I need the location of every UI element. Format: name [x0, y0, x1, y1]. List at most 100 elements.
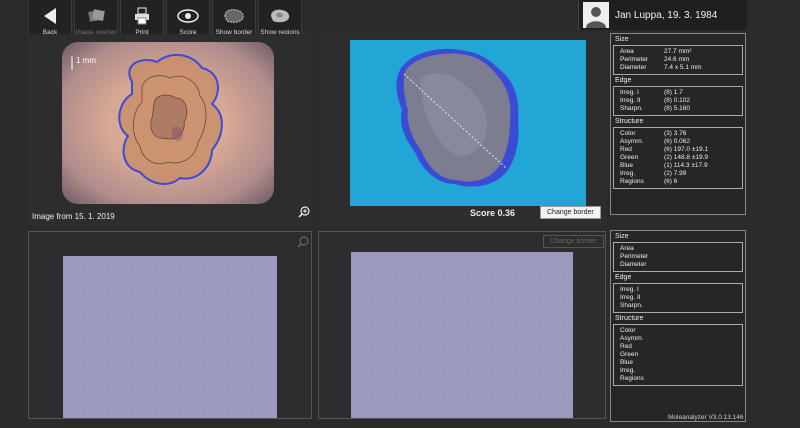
segmentation-image[interactable] [350, 40, 586, 206]
stat-key: Irreg. II [620, 294, 641, 301]
show-border-button[interactable]: Show border [212, 0, 256, 38]
stat-row-irreg: Irreg. (2) 7.99 [620, 170, 738, 178]
structure-title: Structure [615, 118, 644, 125]
structure-title: Structure [615, 315, 644, 322]
dermoscopy-image[interactable]: 1 mm [62, 42, 274, 204]
stat-key: Asymm. [620, 138, 644, 145]
stat-row-diameter: Diameter [620, 261, 738, 269]
stat-row-asymm: Asymm. [620, 335, 738, 343]
stat-value: (8) 5.160 [664, 105, 691, 112]
print-button[interactable]: Print [120, 0, 164, 38]
stats-panel-comparison: Size Area Perimeter Diameter Edge Irreg.… [610, 230, 746, 422]
stat-value: 24.6 mm [664, 56, 690, 63]
empty-image-placeholder [351, 252, 573, 418]
printer-icon [135, 7, 149, 25]
size-section: Area 27.7 mm² Perimeter 24.6 mm Diameter 7.… [613, 45, 743, 75]
stat-key: Red [620, 146, 632, 153]
stat-value: (8) 0.102 [664, 97, 691, 104]
stat-row-irreg1: Irreg. I [620, 286, 738, 294]
regions-icon [271, 9, 290, 23]
stat-key: Diameter [620, 261, 647, 268]
stat-value: 27.7 mm² [664, 48, 692, 55]
stat-value: (2) 148.8 ±19.9 [664, 154, 709, 161]
stat-row-perimeter: Perimeter 24.6 mm [620, 56, 738, 64]
zoom-icon-disabled[interactable] [297, 236, 309, 248]
segmentation-panel: Score 0.36 Change border [318, 34, 606, 226]
back-button[interactable]: Back [28, 0, 72, 38]
stat-row-irreg: Irreg. [620, 367, 738, 375]
change-border-button[interactable]: Change border [540, 206, 601, 219]
show-regions-button[interactable]: Show regions [258, 0, 302, 38]
stat-key: Color [620, 130, 636, 137]
edge-section: Irreg. I (8) 1.7 Irreg. II (8) 0.102 Sharp… [613, 86, 743, 116]
stat-row-green: Green (2) 148.8 ±19.9 [620, 154, 738, 162]
stat-key: Irreg. II [620, 97, 641, 104]
edge-title: Edge [615, 77, 632, 84]
stat-row-asymm: Asymm. (6) 0.062 [620, 138, 738, 146]
stat-value: 7.4 x 5.1 mm [664, 64, 702, 71]
stat-value: (6) 0.062 [664, 138, 691, 145]
stat-row-regions: Regions (6) 6 [620, 178, 738, 186]
stat-row-area: Area [620, 245, 738, 253]
stat-value: (8) 1.7 [664, 89, 683, 96]
stat-row-area: Area 27.7 mm² [620, 48, 738, 56]
stat-row-green: Green [620, 351, 738, 359]
lesion-drawing [71, 53, 223, 186]
stat-key: Green [620, 154, 639, 161]
stat-key: Blue [620, 162, 634, 169]
stat-value: (1) 114.3 ±17.9 [664, 162, 708, 169]
stat-key: Perimeter [620, 56, 649, 63]
stat-key: Irreg. I [620, 89, 639, 96]
stat-key: Sharpn. [620, 105, 643, 112]
version-label: Moleanalyzer V3.0.13.146 [668, 414, 744, 421]
structure-section: Color Asymm. Red Green Blue Irreg. Regio… [613, 324, 743, 386]
score-button[interactable]: Score [166, 0, 210, 38]
comparison-panel-right: Change border [318, 231, 606, 419]
patient-name: Jan Luppa, 19. 3. 1984 [615, 9, 718, 21]
stat-key: Area [620, 245, 634, 252]
stat-value: (3) 3.76 [664, 130, 687, 137]
stat-key: Blue [620, 359, 634, 366]
patient-header: Jan Luppa, 19. 3. 1984 [578, 0, 747, 30]
stat-key: Color [620, 327, 636, 334]
stat-row-irreg2: Irreg. II [620, 294, 738, 302]
stat-key: Red [620, 343, 632, 350]
back-arrow-icon [44, 8, 56, 24]
image-overlay-icon [88, 9, 105, 22]
stat-key: Green [620, 351, 639, 358]
size-title: Size [615, 233, 629, 240]
image-date-caption: Image from 15. 1. 2019 [32, 212, 115, 221]
stat-row-color: Color (3) 3.76 [620, 130, 738, 138]
stat-row-red: Red [620, 343, 738, 351]
segmented-lesion [396, 48, 519, 187]
image-overlay-button[interactable]: Image overlay [74, 0, 118, 38]
scale-label: 1 mm [76, 56, 96, 65]
stat-value: (6) 197.0 ±19.1 [664, 146, 709, 153]
stat-row-sharpness: Sharpn. [620, 302, 738, 310]
stat-row-irreg2: Irreg. II (8) 0.102 [620, 97, 738, 105]
stat-key: Regions [620, 178, 644, 185]
avatar-icon [583, 2, 609, 28]
zoom-icon[interactable] [298, 206, 310, 218]
change-border-button-disabled[interactable]: Change border [543, 235, 604, 248]
border-icon [224, 9, 244, 23]
stat-key: Area [620, 48, 634, 55]
stat-row-irreg1: Irreg. I (8) 1.7 [620, 89, 738, 97]
stat-key: Regions [620, 375, 644, 382]
structure-section: Color (3) 3.76 Asymm. (6) 0.062 Red (6) 197… [613, 127, 743, 189]
stat-row-color: Color [620, 327, 738, 335]
comparison-panel-left [28, 231, 312, 419]
stat-key: Sharpn. [620, 302, 643, 309]
stat-key: Perimeter [620, 253, 649, 260]
dermoscopy-panel: 1 mm Image from 15. 1. 2019 [28, 34, 312, 226]
empty-image-placeholder [63, 256, 277, 418]
stat-value: (2) 7.99 [664, 170, 687, 177]
edge-title: Edge [615, 274, 632, 281]
size-title: Size [615, 36, 629, 43]
stat-key: Asymm. [620, 335, 644, 342]
stat-key: Irreg. [620, 367, 636, 374]
stat-row-perimeter: Perimeter [620, 253, 738, 261]
stat-key: Irreg. I [620, 286, 639, 293]
stat-row-blue: Blue (1) 114.3 ±17.9 [620, 162, 738, 170]
eye-icon [177, 9, 199, 23]
